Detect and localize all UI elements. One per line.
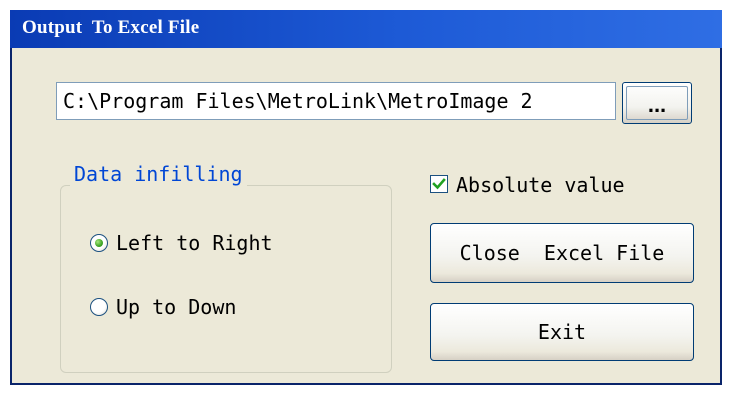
dialog-window: Output To Excel File ... Data infilling … xyxy=(10,10,722,385)
window-title: Output To Excel File xyxy=(22,17,200,38)
browse-button[interactable]: ... xyxy=(622,82,692,124)
checkmark-icon xyxy=(432,178,446,190)
close-excel-file-button[interactable]: Close Excel File xyxy=(430,223,694,283)
title-bar[interactable]: Output To Excel File xyxy=(10,10,722,48)
radio-label-up-to-down: Up to Down xyxy=(116,295,237,319)
exit-button[interactable]: Exit xyxy=(430,303,694,361)
data-infilling-group xyxy=(60,185,392,373)
radio-label-left-to-right: Left to Right xyxy=(116,231,273,255)
absolute-value-checkbox[interactable] xyxy=(430,175,448,193)
radio-button-icon[interactable] xyxy=(90,234,108,252)
file-path-input[interactable] xyxy=(56,82,616,120)
radio-selected-dot-icon xyxy=(95,239,103,247)
data-infilling-legend: Data infilling xyxy=(70,162,247,186)
absolute-value-label: Absolute value xyxy=(456,173,625,197)
radio-button-icon[interactable] xyxy=(90,298,108,316)
